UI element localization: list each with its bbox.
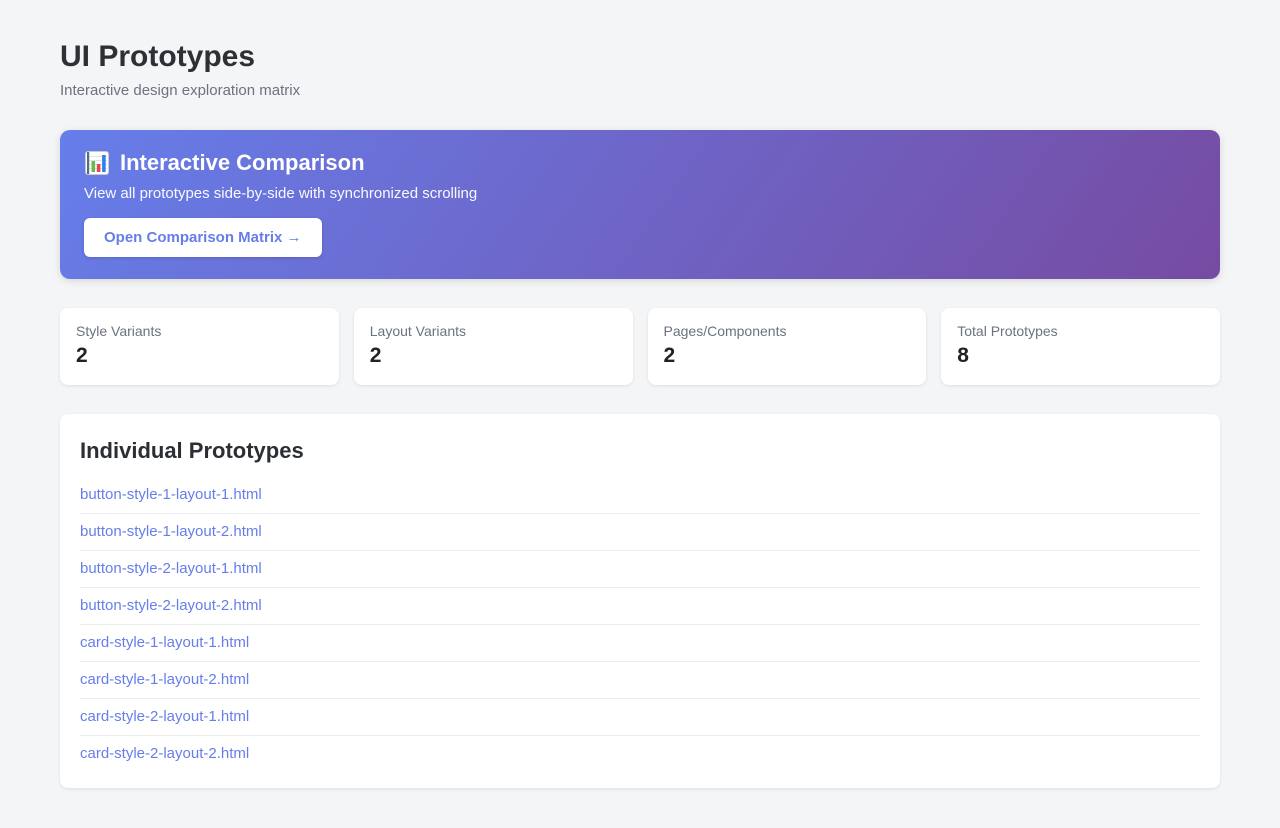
list-item: card-style-2-layout-1.html <box>80 699 1200 736</box>
stat-value: 2 <box>76 344 323 367</box>
stat-value: 8 <box>957 344 1204 367</box>
individual-prototypes-card: Individual Prototypes button-style-1-lay… <box>60 414 1220 788</box>
open-comparison-matrix-button[interactable]: Open Comparison Matrix → <box>84 218 322 257</box>
banner-title-text: Interactive Comparison <box>120 150 365 176</box>
stat-value: 2 <box>664 344 911 367</box>
bar-chart-icon <box>84 150 110 176</box>
prototype-link[interactable]: button-style-1-layout-2.html <box>80 523 262 540</box>
stats-row: Style Variants 2 Layout Variants 2 Pages… <box>60 308 1220 385</box>
list-item: card-style-1-layout-2.html <box>80 662 1200 699</box>
prototype-link[interactable]: card-style-2-layout-2.html <box>80 745 249 762</box>
prototype-link[interactable]: button-style-2-layout-1.html <box>80 560 262 577</box>
individual-prototypes-title: Individual Prototypes <box>80 438 1200 464</box>
prototype-link[interactable]: card-style-1-layout-2.html <box>80 671 249 688</box>
list-item: button-style-1-layout-1.html <box>80 477 1200 514</box>
list-item: button-style-2-layout-1.html <box>80 551 1200 588</box>
stat-value: 2 <box>370 344 617 367</box>
banner-description: View all prototypes side-by-side with sy… <box>84 185 1196 202</box>
stat-label: Layout Variants <box>370 323 617 339</box>
interactive-comparison-banner: Interactive Comparison View all prototyp… <box>60 130 1220 279</box>
prototype-link[interactable]: card-style-2-layout-1.html <box>80 708 249 725</box>
banner-title: Interactive Comparison <box>84 150 1196 176</box>
page-subtitle: Interactive design exploration matrix <box>60 82 1220 99</box>
list-item: button-style-1-layout-2.html <box>80 514 1200 551</box>
stat-card-layout-variants: Layout Variants 2 <box>354 308 633 385</box>
prototype-link[interactable]: button-style-2-layout-2.html <box>80 597 262 614</box>
stat-card-total-prototypes: Total Prototypes 8 <box>941 308 1220 385</box>
list-item: card-style-2-layout-2.html <box>80 736 1200 772</box>
list-item: button-style-2-layout-2.html <box>80 588 1200 625</box>
stat-label: Pages/Components <box>664 323 911 339</box>
stat-card-pages-components: Pages/Components 2 <box>648 308 927 385</box>
list-item: card-style-1-layout-1.html <box>80 625 1200 662</box>
stat-label: Total Prototypes <box>957 323 1204 339</box>
stat-label: Style Variants <box>76 323 323 339</box>
prototype-link[interactable]: button-style-1-layout-1.html <box>80 486 262 503</box>
stat-card-style-variants: Style Variants 2 <box>60 308 339 385</box>
page-title: UI Prototypes <box>60 40 1220 73</box>
prototype-link[interactable]: card-style-1-layout-1.html <box>80 634 249 651</box>
page-container: UI Prototypes Interactive design explora… <box>60 0 1220 828</box>
